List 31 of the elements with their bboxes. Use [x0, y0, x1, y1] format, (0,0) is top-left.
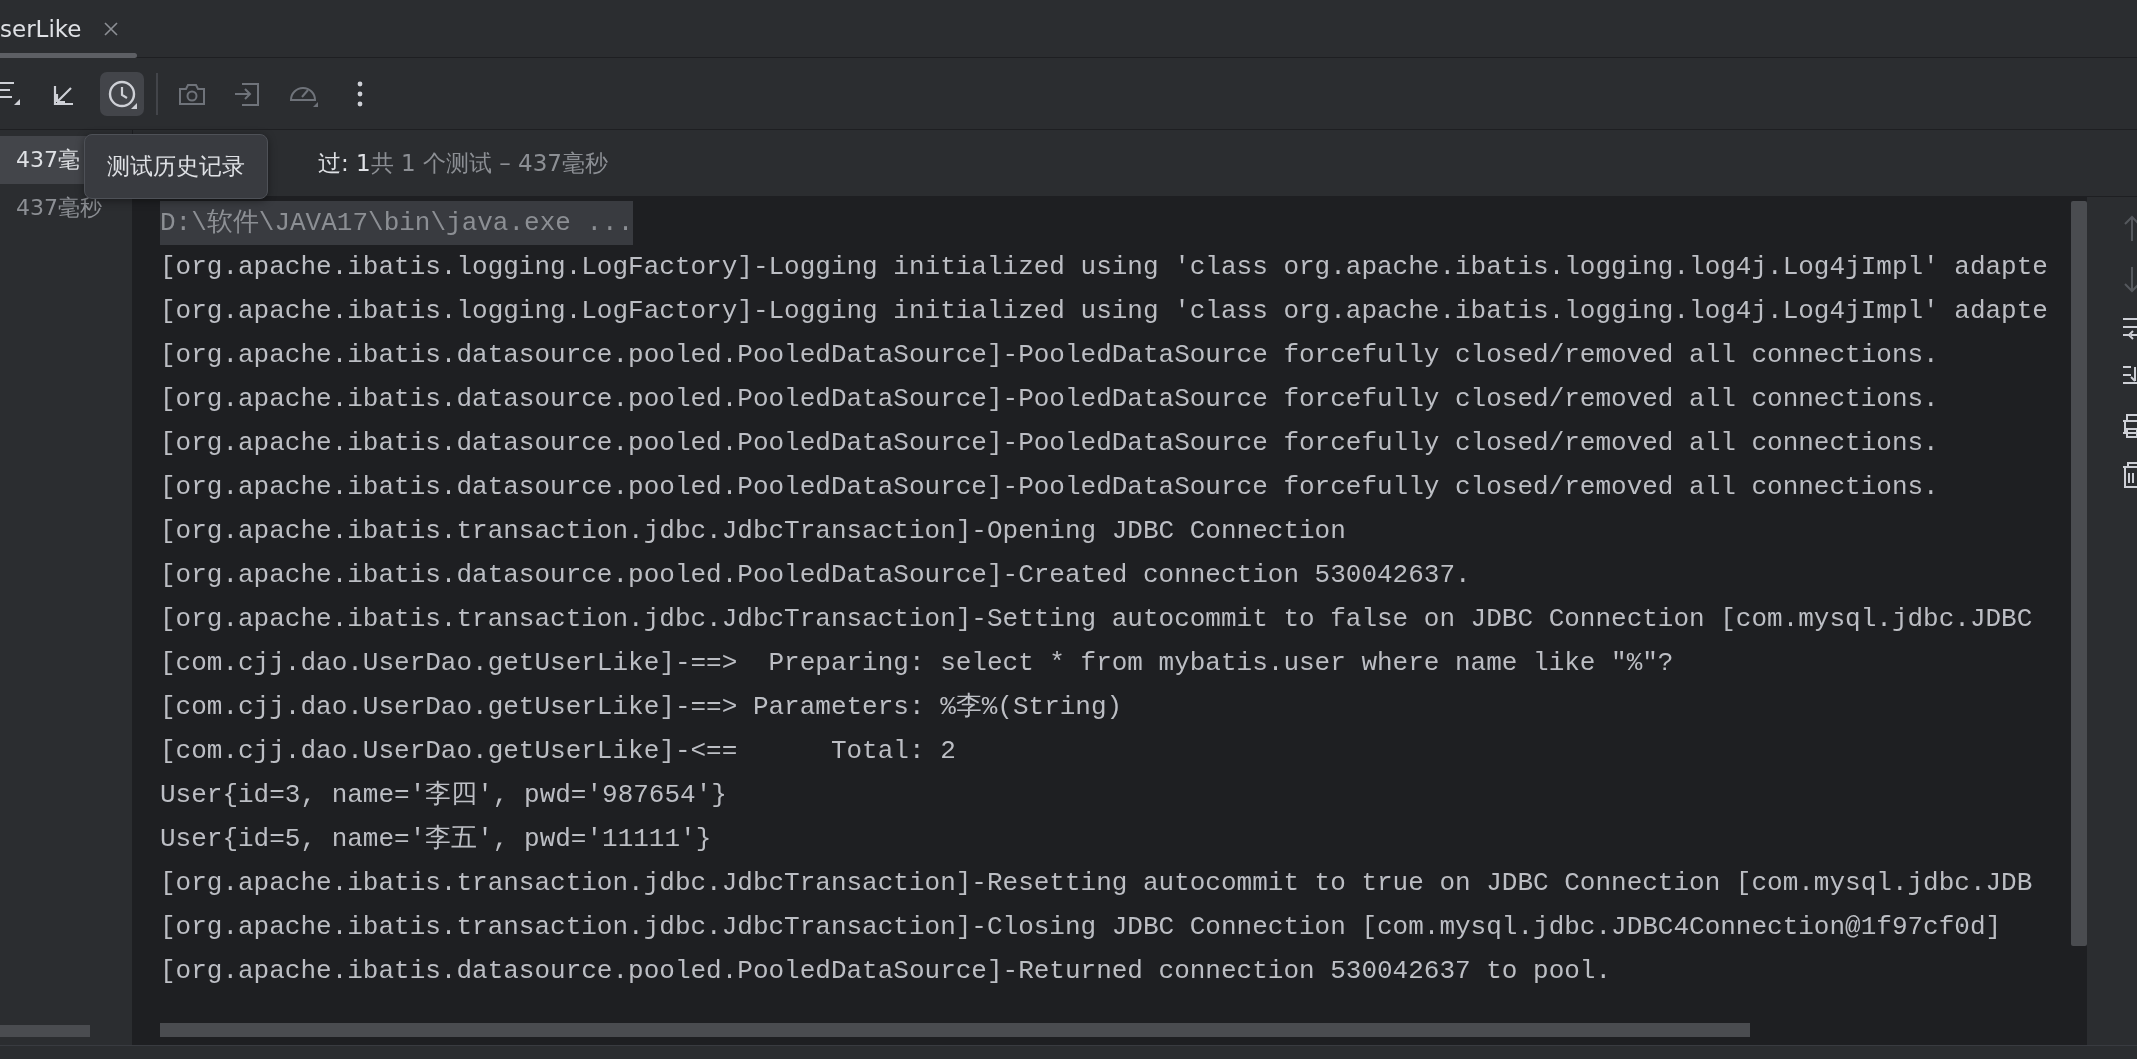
scrollbar[interactable]	[0, 1025, 90, 1037]
test-summary: 共 1 个测试 – 437毫秒	[370, 148, 608, 178]
editor-tab[interactable]: serLike	[0, 0, 138, 58]
console-line: [com.cjj.dao.UserDao.getUserLike]-==> Parameters: %李%(String)	[160, 691, 1123, 724]
console-line: [com.cjj.dao.UserDao.getUserLike]-<== Total: 2	[160, 735, 956, 768]
clock-button[interactable]	[100, 71, 144, 116]
console-line: User{id=3, name='李四', pwd='987654'}	[160, 779, 727, 812]
console-line: [org.apache.ibatis.datasource.pooled.PooledDataSource]-PooledDataSource forcefully closed/removed all connections.	[160, 427, 1939, 460]
passed-count: 过: 1	[318, 148, 371, 178]
more-icon	[357, 80, 363, 107]
trash-icon[interactable]	[2123, 461, 2137, 489]
console-line: [com.cjj.dao.UserDao.getUserLike]-==> Preparing: select * from mybatis.user where name like "%"?	[160, 647, 1674, 680]
console-line: [org.apache.ibatis.datasource.pooled.PooledDataSource]-PooledDataSource forcefully closed/removed all connections.	[160, 383, 1939, 416]
console-line: [org.apache.ibatis.datasource.pooled.PooledDataSource]-PooledDataSource forcefully closed/removed all connections.	[160, 339, 1939, 372]
console-line: [org.apache.ibatis.datasource.pooled.PooledDataSource]-Created connection 530042637.	[160, 559, 1471, 592]
console-line: [org.apache.ibatis.transaction.jdbc.JdbcTransaction]-Opening JDBC Connection	[160, 515, 1346, 548]
console-line: [org.apache.ibatis.transaction.jdbc.JdbcTransaction]-Closing JDBC Connection [com.mysql.jdbc.JDBC4Connection@1f97cf0d]	[160, 911, 2002, 944]
scrollbar[interactable]	[2071, 201, 2087, 946]
console-line: [org.apache.ibatis.transaction.jdbc.JdbcTransaction]-Setting autocommit to false on JDBC Connection [com.mysql.jdbc.JDBC	[160, 603, 2033, 636]
console-line: [org.apache.ibatis.transaction.jdbc.JdbcTransaction]-Resetting autocommit to true on JDBC Connection [com.mysql.jdbc.JDB	[160, 867, 2033, 900]
print-icon[interactable]	[2123, 411, 2137, 439]
list-icon	[0, 81, 21, 106]
close-icon[interactable]	[103, 21, 120, 37]
console-line: [org.apache.ibatis.datasource.pooled.PooledDataSource]-Returned connection 530042637 to pool.	[160, 955, 1612, 988]
tooltip: 测试历史记录	[84, 134, 268, 199]
console-line: [org.apache.ibatis.logging.LogFactory]-Logging initialized using 'class org.apache.ibatis.logging.log4j.Log4jImpl' adapte	[160, 251, 2048, 284]
console-line: [org.apache.ibatis.datasource.pooled.PooledDataSource]-PooledDataSource forcefully closed/removed all connections.	[160, 471, 1939, 504]
console-line: [org.apache.ibatis.logging.LogFactory]-Logging initialized using 'class org.apache.ibatis.logging.log4j.Log4jImpl' adapte	[160, 295, 2048, 328]
console-line: User{id=5, name='李五', pwd='11111'}	[160, 823, 712, 856]
scrollbar[interactable]	[160, 1023, 1750, 1037]
soft-wrap-icon[interactable]	[2123, 315, 2137, 341]
